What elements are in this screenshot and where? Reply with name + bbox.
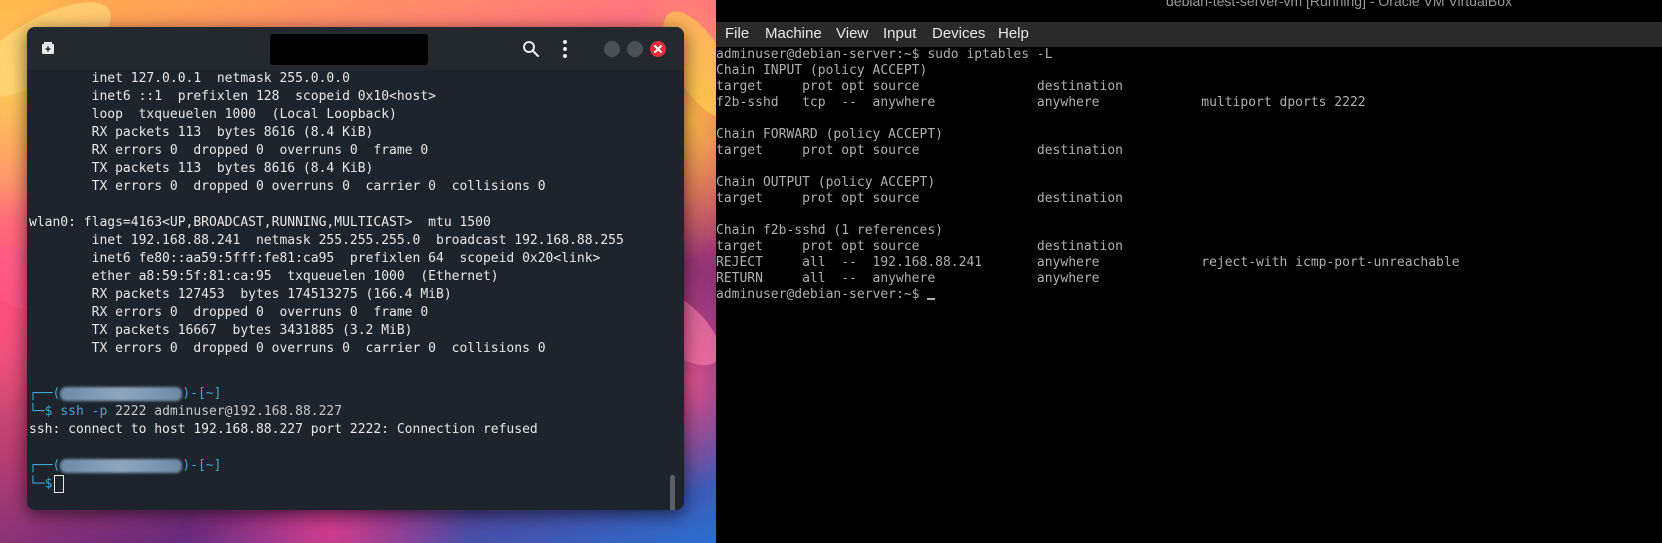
output-line: loop txqueuelen 1000 (Local Loopback) <box>29 107 397 122</box>
input-line[interactable]: └─$ <box>29 475 65 493</box>
console-line: Chain OUTPUT (policy ACCEPT) <box>716 175 936 190</box>
terminal-scrollbar[interactable] <box>670 475 675 510</box>
console-line: adminuser@debian-server:~$ sudo iptables… <box>716 47 1053 62</box>
prompt-symbol: └─$ <box>29 476 53 492</box>
console-line: REJECT all -- 192.168.88.241 anywhere re… <box>716 255 1460 270</box>
redacted-title <box>270 34 428 65</box>
terminal-output[interactable]: inet 127.0.0.1 netmask 255.0.0.0 inet6 :… <box>27 70 667 510</box>
prompt-top-line: ┌──( )-[~] <box>29 385 221 403</box>
minimize-icon[interactable] <box>604 41 620 57</box>
command-args: 2222 adminuser@192.168.88.227 <box>115 404 343 419</box>
menu-file[interactable]: File <box>725 25 749 42</box>
vbox-titlebar: debian-test-server-vm [Running] - Oracle… <box>716 0 1662 10</box>
prompt-deco-end: )-[~] <box>182 386 222 401</box>
output-line: RX errors 0 dropped 0 overruns 0 frame 0 <box>29 305 429 320</box>
error-line: ssh: connect to host 192.168.88.227 port… <box>29 422 538 437</box>
terminal-window: inet 127.0.0.1 netmask 255.0.0.0 inet6 :… <box>27 27 684 510</box>
console-line: target prot opt source destination <box>716 143 1123 158</box>
output-line: RX packets 127453 bytes 174513275 (166.4… <box>29 287 452 302</box>
command-name: ssh <box>60 404 84 419</box>
console-line: Chain f2b-sshd (1 references) <box>716 223 943 238</box>
console-line: target prot opt source destination <box>716 239 1123 254</box>
redacted-username <box>60 458 183 473</box>
output-line: RX errors 0 dropped 0 overruns 0 frame 0 <box>29 143 429 158</box>
vbox-menubar: File Machine View Input Devices Help <box>716 22 1662 47</box>
terminal-titlebar <box>27 27 684 70</box>
search-icon[interactable] <box>522 40 540 58</box>
prompt-deco-end: )-[~] <box>182 458 222 473</box>
output-line: RX packets 113 bytes 8616 (8.4 KiB) <box>29 125 374 140</box>
vm-console[interactable]: adminuser@debian-server:~$ sudo iptables… <box>716 47 1662 543</box>
vbox-window-title: debian-test-server-vm [Running] - Oracle… <box>1166 0 1512 9</box>
text-cursor <box>54 475 65 493</box>
console-line: target prot opt source destination <box>716 79 1123 94</box>
output-line: TX errors 0 dropped 0 overruns 0 carrier… <box>29 179 546 194</box>
command-line: └─$ ssh -p 2222 adminuser@192.168.88.227 <box>29 403 342 421</box>
menu-view[interactable]: View <box>836 25 868 42</box>
maximize-icon[interactable] <box>627 41 643 57</box>
prompt-symbol: └─$ <box>29 404 53 419</box>
menu-devices[interactable]: Devices <box>932 25 985 42</box>
output-line: inet 192.168.88.241 netmask 255.255.255.… <box>29 233 624 248</box>
command-flag: -p <box>91 404 108 419</box>
output-line: wlan0: flags=4163<UP,BROADCAST,RUNNING,M… <box>29 215 491 230</box>
console-prompt-line: adminuser@debian-server:~$ <box>716 287 936 303</box>
menu-input[interactable]: Input <box>883 25 916 42</box>
output-line: TX packets 113 bytes 8616 (8.4 KiB) <box>29 161 374 176</box>
console-line: Chain FORWARD (policy ACCEPT) <box>716 127 943 142</box>
close-icon[interactable] <box>650 41 666 57</box>
prompt-deco-start: ┌──( <box>29 386 61 401</box>
menu-help[interactable]: Help <box>998 25 1029 42</box>
console-line: target prot opt source destination <box>716 191 1123 206</box>
new-tab-icon[interactable] <box>41 41 55 55</box>
output-line: inet6 fe80::aa59:5fff:fe81:ca95 prefixle… <box>29 251 601 266</box>
output-line: ether a8:59:5f:81:ca:95 txqueuelen 1000 … <box>29 269 499 284</box>
prompt-deco-start: ┌──( <box>29 458 61 473</box>
output-line: inet6 ::1 prefixlen 128 scopeid 0x10<hos… <box>29 89 436 104</box>
output-line: inet 127.0.0.1 netmask 255.0.0.0 <box>29 71 350 86</box>
console-cursor <box>927 298 936 300</box>
prompt-top-line: ┌──( )-[~] <box>29 457 221 475</box>
output-line: TX packets 16667 bytes 3431885 (3.2 MiB) <box>29 323 413 338</box>
output-line: TX errors 0 dropped 0 overruns 0 carrier… <box>29 341 546 356</box>
menu-machine[interactable]: Machine <box>765 25 822 42</box>
console-line: RETURN all -- anywhere anywhere <box>716 271 1100 286</box>
redacted-username <box>60 386 183 401</box>
console-prompt: adminuser@debian-server:~$ <box>716 287 928 302</box>
kebab-menu-icon[interactable] <box>561 39 569 59</box>
console-line: f2b-sshd tcp -- anywhere anywhere multip… <box>716 95 1366 110</box>
console-line: Chain INPUT (policy ACCEPT) <box>716 63 928 78</box>
